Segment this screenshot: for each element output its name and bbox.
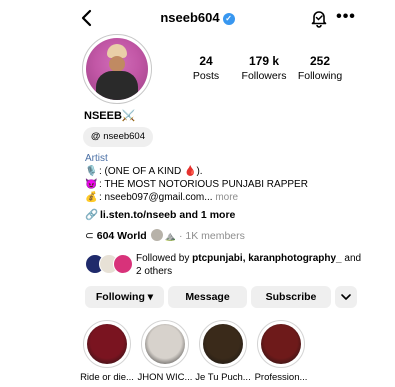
notification-bell-icon[interactable] xyxy=(309,8,329,28)
followers-stat[interactable]: 179 k Followers xyxy=(238,54,290,82)
highlight-label: JHON WIC... xyxy=(137,372,193,383)
mountain-icon: ⛰️ xyxy=(164,231,176,241)
channel-name: 604 World xyxy=(96,230,147,242)
followed-by-names: ptcpunjabi, karanphotography_ xyxy=(192,253,342,264)
following-stat[interactable]: 252 Following xyxy=(294,54,346,82)
threads-badge[interactable]: @ nseeb604 xyxy=(83,127,153,147)
more-options-icon[interactable]: ••• xyxy=(336,8,356,28)
followed-by-avatars[interactable] xyxy=(85,254,133,274)
followed-by-prefix: Followed by xyxy=(136,253,193,264)
profile-link[interactable]: 🔗 li.sten.to/nseeb and 1 more xyxy=(85,208,235,221)
followers-label: Followers xyxy=(241,70,287,82)
story-highlight[interactable]: Je Tu Puch... xyxy=(195,320,251,383)
posts-stat[interactable]: 24 Posts xyxy=(183,54,229,82)
follower-avatar xyxy=(113,254,133,274)
subscribe-button[interactable]: Subscribe xyxy=(251,286,331,308)
channel-members: · 1K members xyxy=(178,230,245,242)
threads-handle: nseeb604 xyxy=(103,131,145,142)
bio-more-link[interactable]: more xyxy=(213,192,238,203)
highlight-cover xyxy=(145,324,185,364)
highlight-cover xyxy=(203,324,243,364)
suggested-accounts-button[interactable] xyxy=(335,286,357,308)
money-bag-icon: 💰 xyxy=(85,192,98,203)
link-icon: 🔗 xyxy=(85,209,99,221)
highlight-label: Je Tu Puch... xyxy=(195,372,251,383)
profile-category: Artist xyxy=(85,153,108,164)
highlight-label: Profession... xyxy=(254,372,308,383)
verified-badge-icon: ✓ xyxy=(222,13,235,25)
microphone-icon: 🎙️ xyxy=(85,166,98,177)
bio-text-3: : nseeb097@gmail.com... xyxy=(99,192,213,203)
followed-by-text[interactable]: Followed by ptcpunjabi, karanphotography… xyxy=(136,252,366,278)
devil-icon: 😈 xyxy=(85,179,98,190)
posts-label: Posts xyxy=(192,70,220,82)
profile-link-text: li.sten.to/nseeb and 1 more xyxy=(100,209,236,221)
chevron-down-icon xyxy=(341,294,351,300)
avatar-image xyxy=(86,38,148,100)
chevron-down-icon: ▾ xyxy=(144,291,154,303)
story-highlight[interactable]: JHON WIC... xyxy=(138,320,192,383)
story-highlight[interactable]: Ride or die... xyxy=(80,320,134,383)
followers-count: 179 k xyxy=(248,54,280,68)
username-text: nseeb604 xyxy=(160,10,220,25)
display-name: NSEEB⚔️ xyxy=(84,110,136,122)
story-highlight[interactable]: Profession... xyxy=(255,320,307,383)
bio-text-2: : THE MOST NOTORIOUS PUNJABI RAPPER xyxy=(99,179,308,190)
broadcast-channel[interactable]: ⊂ 604 World ⛰️ · 1K members xyxy=(85,229,245,242)
highlight-cover xyxy=(261,324,301,364)
posts-count: 24 xyxy=(199,54,213,68)
bio-line-2: 😈: THE MOST NOTORIOUS PUNJABI RAPPER xyxy=(85,179,308,190)
highlight-label: Ride or die... xyxy=(80,372,134,383)
following-count: 252 xyxy=(309,54,331,68)
profile-avatar[interactable] xyxy=(82,34,152,104)
bio-line-3: 💰: nseeb097@gmail.com... more xyxy=(85,192,238,203)
following-label: Following xyxy=(297,70,343,82)
threads-icon: @ xyxy=(91,131,101,142)
highlight-cover xyxy=(87,324,127,364)
following-button[interactable]: Following ▾ xyxy=(85,286,164,308)
channel-icon: ⊂ xyxy=(85,230,94,242)
channel-avatar xyxy=(150,229,163,241)
bio-line-1: 🎙️: (ONE OF A KIND 🩸). xyxy=(85,166,203,177)
message-button[interactable]: Message xyxy=(168,286,247,308)
bio-text-1: : (ONE OF A KIND 🩸). xyxy=(99,166,203,177)
following-button-label: Following xyxy=(95,291,145,303)
